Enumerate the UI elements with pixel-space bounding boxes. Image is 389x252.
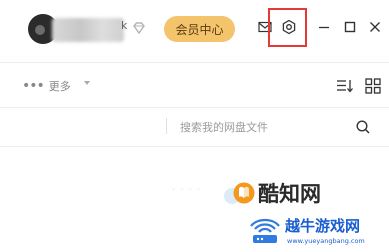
faint-placeholder-text: · · · ·: [172, 185, 202, 196]
username-redacted: [52, 18, 124, 42]
search-input[interactable]: [180, 116, 350, 138]
watermark-yueniu: 越牛游戏网 www.yueyangbang.com: [247, 210, 389, 252]
grid-icon[interactable]: [364, 77, 382, 95]
watermark-yueniu-text: 越牛游戏网: [285, 217, 361, 235]
highlight-box: [268, 8, 307, 47]
close-icon: [370, 22, 380, 32]
watermark-yueniu-url: www.yueyangbang.com: [287, 237, 365, 245]
toolbar: ••• 更多: [0, 63, 389, 107]
sort-icon[interactable]: [336, 77, 354, 95]
username-suffix: k: [121, 19, 128, 32]
diamond-icon[interactable]: [132, 21, 146, 35]
search-separator: [166, 118, 167, 134]
search-icon[interactable]: [355, 119, 371, 135]
file-list-area: · · · · 酷知网 越牛游戏网 www.yueyangbang.com: [0, 148, 389, 252]
more-label: 更多: [48, 80, 71, 93]
maximize-icon: [344, 21, 356, 33]
kuzhi-logo-icon: [233, 182, 255, 204]
search-row: [0, 108, 389, 146]
close-button[interactable]: [364, 16, 386, 38]
router-logo-icon: [250, 218, 280, 243]
minimize-icon: [319, 26, 329, 29]
more-dots-icon: •••: [22, 78, 45, 94]
minimize-button[interactable]: [313, 16, 335, 38]
chevron-down-icon[interactable]: [84, 81, 90, 85]
watermark-kuzhi-text: 酷知网: [258, 182, 321, 206]
app-window: k 会员中心 ••• 更多 搜索我的网盘文件 · · · · 酷知网 越牛游戏网…: [0, 0, 389, 252]
more-menu-button[interactable]: ••• 更多: [22, 78, 71, 94]
search-divider: [0, 146, 389, 147]
title-bar: k 会员中心: [0, 0, 389, 62]
member-center-button[interactable]: 会员中心: [164, 16, 235, 42]
watermark-kuzhi: 酷知网: [232, 178, 321, 208]
maximize-button[interactable]: [339, 16, 361, 38]
